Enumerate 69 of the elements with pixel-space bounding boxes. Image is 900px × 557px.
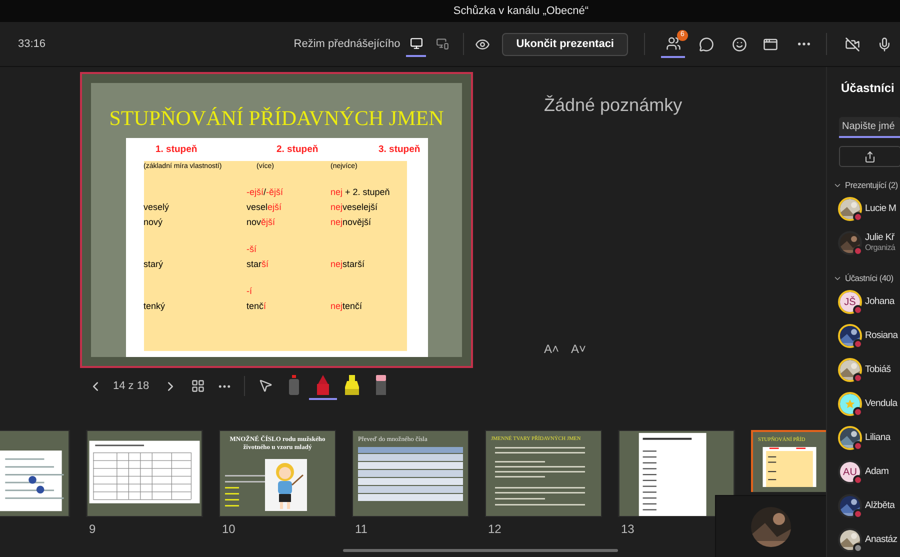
panel-title: Účastníci	[841, 80, 896, 97]
highlighter-icon	[344, 375, 360, 395]
table-cell-text: starý	[144, 258, 164, 272]
table-cell-text: -ší	[246, 243, 258, 256]
slide-number: 12	[487, 521, 502, 538]
participant-role: Organizá	[865, 244, 896, 253]
participant-name: Adam	[865, 466, 889, 478]
table-cell-text: tenčí	[246, 300, 268, 314]
stop-presenting-button[interactable]: Ukončit prezentaci	[502, 32, 628, 56]
search-field[interactable]: Napište jmé	[839, 117, 900, 138]
table-cell-text: nejnovější	[330, 216, 372, 230]
participant-name: Vendula	[865, 398, 898, 410]
presenter-mode-label: Režim přednášejícího	[294, 36, 400, 52]
column-header: 1. stupeň	[156, 143, 198, 157]
participant-name: Julie Kř	[865, 233, 896, 244]
participant-name: Johana	[865, 296, 894, 308]
table-cell-text: veselejší	[246, 201, 283, 214]
participant-name: Anastáz	[865, 534, 898, 546]
slide-number: 9	[88, 521, 97, 538]
eraser-icon	[375, 375, 388, 395]
camera-off-icon[interactable]	[845, 36, 860, 52]
table-cell-text: novější	[246, 216, 276, 230]
table-cell-text: nej + 2. stupeň	[330, 186, 391, 200]
slide-title: STUPŇOVÁNÍ PŘÍDAVNÝCH JMEN	[109, 108, 444, 129]
slide-number: 10	[221, 521, 236, 538]
font-size-button[interactable]: A˅	[571, 340, 586, 358]
table-cell-text: nejtenčí	[330, 300, 364, 314]
participant-name: Alžběta	[865, 500, 895, 512]
teacher-figure-drawing	[265, 459, 307, 511]
column-header: 3. stupeň	[378, 143, 422, 157]
monitor-icon	[436, 36, 449, 50]
people-icon	[666, 36, 680, 50]
laser-pointer-icon	[288, 375, 300, 395]
table-cell-text: tenký	[144, 300, 166, 314]
table-cell-text: veselý	[144, 201, 170, 214]
section-header: Prezentující (2)	[845, 178, 898, 192]
table-cell-text: nejveselejší	[330, 201, 379, 214]
slide-number: 11	[354, 521, 368, 538]
avatar-initials: JŠ	[840, 292, 860, 312]
meeting-timer: 33:16	[18, 36, 46, 52]
participant-name: Lucie M	[865, 204, 896, 214]
font-size-button[interactable]: A˄	[544, 340, 560, 358]
table-cell-text: -í	[246, 285, 253, 298]
table-cell-text: nový	[144, 216, 164, 230]
slide-counter: 14 z 18	[113, 378, 150, 394]
share-icon	[864, 150, 876, 162]
section-header: Účastníci (40)	[845, 272, 894, 284]
reactions-icon[interactable]	[732, 36, 747, 52]
table-cell-text: -ejší/-ější	[246, 186, 284, 200]
monitor-icon	[410, 36, 423, 50]
microphone-icon[interactable]	[877, 36, 892, 52]
column-header: 2. stupeň	[276, 143, 320, 157]
table-cell-text: starší	[246, 258, 270, 272]
participant-name: Rosiana	[865, 330, 898, 342]
table-cell-text: nejstarší	[330, 258, 366, 272]
chat-icon[interactable]	[699, 36, 714, 52]
pointer-icon	[258, 378, 273, 392]
notes-field[interactable]: Žádné poznámky	[544, 92, 682, 119]
participant-name: Tobiáš	[865, 364, 891, 376]
share-button[interactable]	[839, 146, 900, 167]
avatar-initials: AU	[840, 462, 860, 482]
pen-icon	[316, 375, 330, 395]
scrollbar-thumb[interactable]	[343, 549, 618, 552]
eye-icon[interactable]	[475, 36, 490, 52]
window-title: Schůzka v kanálu „Obecné“	[453, 4, 589, 19]
participant-name: Liliana	[865, 432, 890, 444]
layout-icon[interactable]	[763, 36, 778, 52]
grid-view-icon[interactable]	[191, 379, 206, 393]
slide-number: 13	[620, 521, 636, 538]
